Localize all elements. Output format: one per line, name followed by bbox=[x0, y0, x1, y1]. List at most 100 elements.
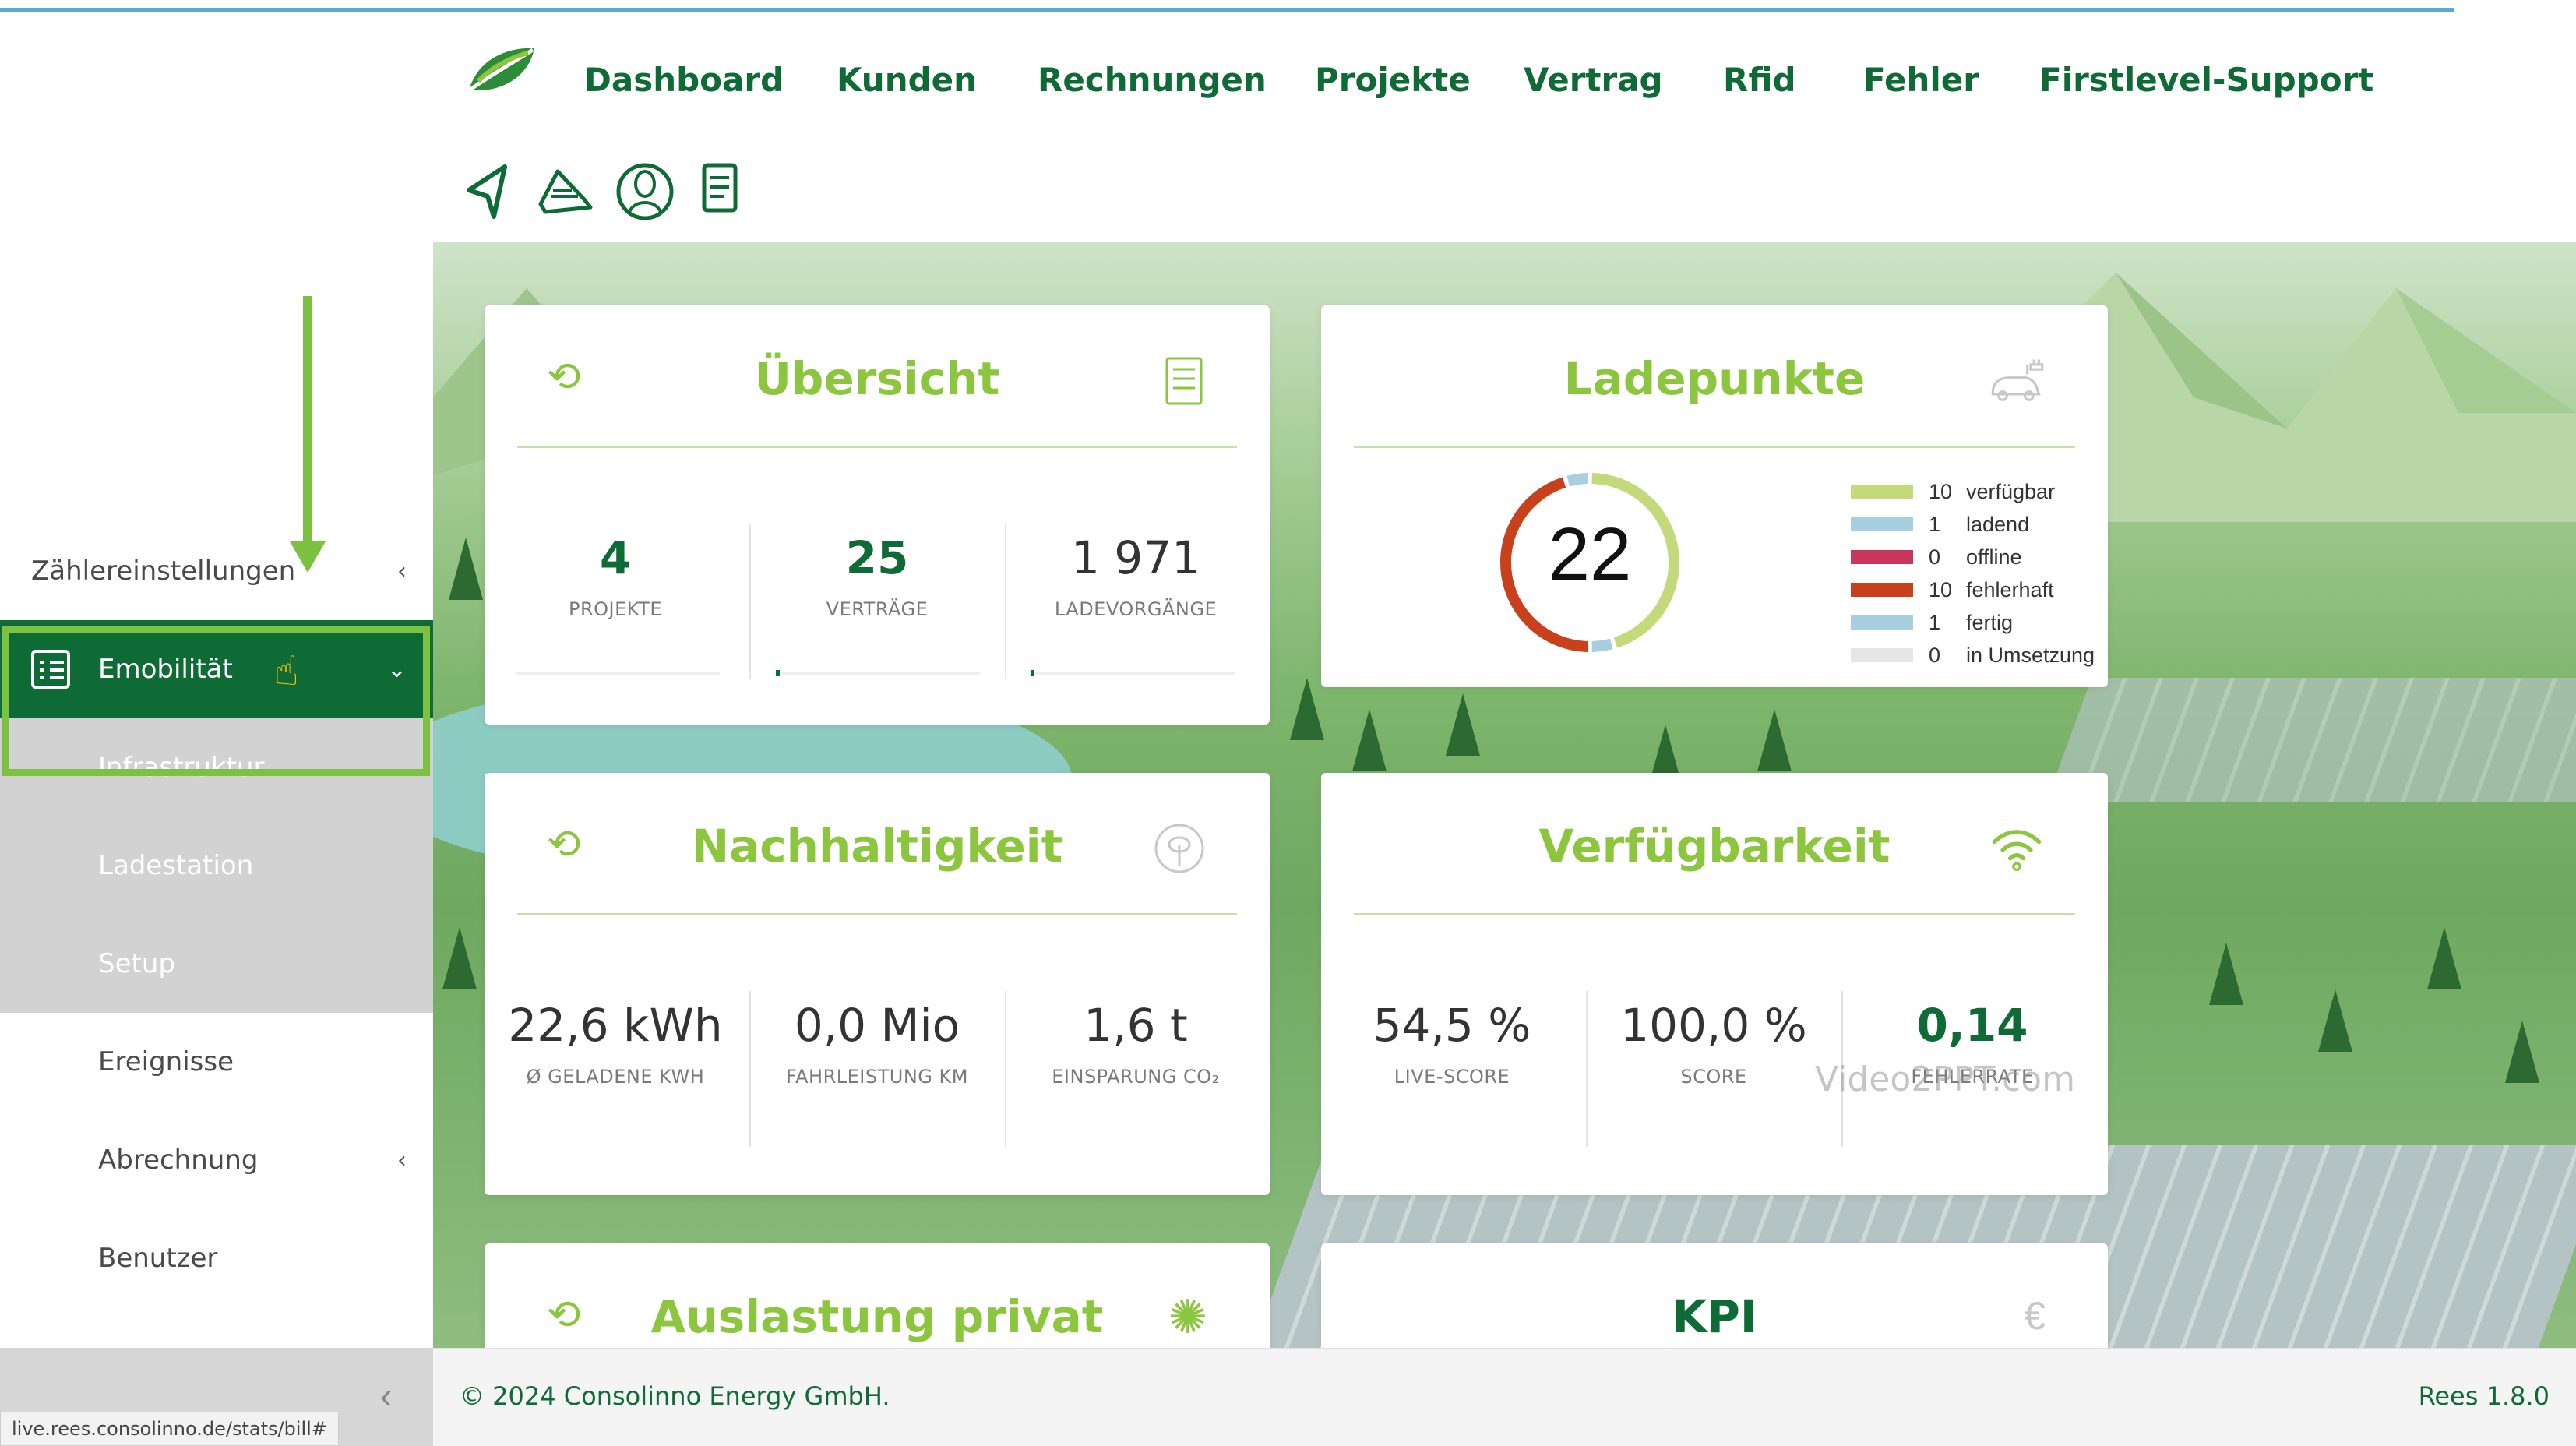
nav-rechnungen[interactable]: Rechnungen bbox=[1038, 61, 1267, 99]
sidebar-item-zaehlereinstellungen[interactable]: Zählereinstellungen ‹ bbox=[0, 522, 433, 620]
stat-label: LADEVORGÄNGE bbox=[1054, 598, 1218, 620]
stat-ladevorgaenge[interactable]: 1 971 LADEVORGÄNGE bbox=[1019, 531, 1253, 620]
stat-label: SCORE bbox=[1680, 1066, 1747, 1088]
collapse-sidebar-icon[interactable]: ‹ bbox=[380, 1374, 392, 1416]
donut-total: 22 bbox=[1549, 513, 1632, 596]
card-divider bbox=[1354, 446, 2075, 448]
stat-live-score[interactable]: 54,5 % LIVE-SCORE bbox=[1335, 999, 1569, 1088]
nav-projekte[interactable]: Projekte bbox=[1315, 61, 1471, 99]
legend-count: 0 bbox=[1929, 643, 1941, 667]
stat-value: 0,0 Mio bbox=[794, 999, 960, 1052]
legend-item-verfuegbar[interactable]: 10 verfügbar bbox=[1851, 475, 2095, 508]
legend-item-ladend[interactable]: 1 ladend bbox=[1851, 508, 2095, 541]
stat-fahrleistung[interactable]: 0,0 Mio FAHRLEISTUNG KM bbox=[760, 999, 994, 1088]
ev-car-plug-icon bbox=[1991, 359, 2044, 401]
card-verfuegbarkeit: Verfügbarkeit 54,5 % LIVE-SCORE 100,0 % … bbox=[1321, 773, 2108, 1195]
stat-value: 0,14 bbox=[1916, 999, 2028, 1052]
progress-bar-vertraege bbox=[776, 670, 980, 676]
stat-einsparung-co2[interactable]: 1,6 t EINSPARUNG CO₂ bbox=[1019, 999, 1253, 1088]
solar-field-illustration bbox=[2046, 678, 2576, 802]
legend-swatch bbox=[1851, 583, 1913, 597]
nav-vertrag[interactable]: Vertrag bbox=[1524, 61, 1663, 99]
stat-divider bbox=[1005, 991, 1006, 1147]
stat-geladene-kwh[interactable]: 22,6 kWh Ø GELADENE KWH bbox=[499, 999, 732, 1088]
sidebar: Zählereinstellungen ‹ Emobilität ☝ ⌄ Inf… bbox=[0, 16, 433, 1446]
euro-coins-icon: € bbox=[2024, 1294, 2046, 1338]
legend-count: 0 bbox=[1929, 545, 1941, 569]
legend-count: 10 bbox=[1929, 479, 1953, 503]
eco-globe-icon bbox=[1154, 824, 1204, 873]
sidebar-subitem-ladestation[interactable]: Ladestation bbox=[0, 816, 433, 915]
wifi-icon bbox=[1992, 830, 2042, 872]
nav-firstlevel-support[interactable]: Firstlevel-Support bbox=[2039, 61, 2373, 99]
stat-label: Ø GELADENE KWH bbox=[526, 1066, 705, 1088]
legend-label: ladend bbox=[1966, 512, 2030, 536]
nav-kunden[interactable]: Kunden bbox=[837, 61, 977, 99]
tree-illustration bbox=[2209, 943, 2243, 1005]
annotation-arrow-line bbox=[303, 296, 312, 545]
tree-illustration bbox=[2505, 1021, 2539, 1083]
stat-label: FAHRLEISTUNG KM bbox=[786, 1066, 968, 1088]
send-icon[interactable] bbox=[458, 156, 520, 226]
tree-illustration bbox=[1446, 693, 1480, 756]
nav-rfid[interactable]: Rfid bbox=[1723, 61, 1796, 99]
sidebar-item-ereignisse[interactable]: Ereignisse bbox=[0, 1013, 433, 1111]
footer-version: Rees 1.8.0 bbox=[2418, 1381, 2550, 1411]
nav-dashboard[interactable]: Dashboard bbox=[584, 61, 784, 99]
stat-projekte[interactable]: 4 PROJEKTE bbox=[499, 531, 732, 620]
legend-swatch bbox=[1851, 550, 1913, 564]
legend-label: offline bbox=[1966, 545, 2022, 569]
legend-count: 1 bbox=[1929, 512, 1941, 536]
watermark: Video2PPT.com bbox=[1815, 1060, 2075, 1099]
legend-item-in-umsetzung[interactable]: 0 in Umsetzung bbox=[1851, 639, 2095, 672]
stat-divider bbox=[1586, 991, 1588, 1147]
legend-swatch bbox=[1851, 517, 1913, 531]
stat-value: 4 bbox=[599, 531, 632, 584]
sidebar-item-benutzer[interactable]: Benutzer bbox=[0, 1209, 433, 1307]
document-list-icon[interactable] bbox=[690, 156, 752, 226]
card-divider bbox=[517, 446, 1237, 448]
legend-swatch bbox=[1851, 648, 1913, 662]
progress-bar-ladevorgaenge bbox=[1031, 670, 1235, 676]
stat-value: 54,5 % bbox=[1373, 999, 1531, 1052]
progress-fill bbox=[776, 670, 781, 676]
legend-swatch bbox=[1851, 615, 1913, 630]
top-navigation: Dashboard Kunden Rechnungen Projekte Ver… bbox=[433, 16, 2576, 242]
legend-item-offline[interactable]: 0 offline bbox=[1851, 541, 2095, 573]
card-title: Auslastung privat bbox=[650, 1290, 1104, 1343]
user-circle-icon[interactable] bbox=[614, 156, 676, 226]
donut-segment-fertig[interactable] bbox=[1566, 473, 1588, 487]
stat-vertraege[interactable]: 25 VERTRÄGE bbox=[760, 531, 994, 620]
legend-item-fertig[interactable]: 1 fertig bbox=[1851, 606, 2095, 639]
sidebar-item-label: Setup bbox=[98, 948, 175, 979]
progress-bar-projekte bbox=[516, 672, 720, 675]
legend-item-fehlerhaft[interactable]: 10 fehlerhaft bbox=[1851, 573, 2095, 606]
legend-count: 10 bbox=[1929, 577, 1953, 601]
legend-label: fertig bbox=[1966, 610, 2014, 634]
sidebar-item-label: Benutzer bbox=[98, 1243, 218, 1274]
stat-value: 100,0 % bbox=[1620, 999, 1807, 1052]
card-title: KPI bbox=[1672, 1290, 1757, 1343]
stat-label: LIVE-SCORE bbox=[1394, 1066, 1510, 1088]
leaf-logo-icon[interactable] bbox=[463, 42, 537, 97]
sun-icon: ✺ bbox=[1168, 1291, 1207, 1343]
sidebar-item-label: Ladestation bbox=[98, 850, 254, 881]
card-ladepunkte: Ladepunkte 22 10 verfügbar 1 ladend 0 of… bbox=[1321, 305, 2108, 687]
truck-icon[interactable] bbox=[534, 156, 597, 226]
card-kpi: KPI € bbox=[1321, 1243, 2108, 1348]
legend-swatch bbox=[1851, 485, 1913, 499]
status-bar-url: live.rees.consolinno.de/stats/bill# bbox=[0, 1412, 339, 1446]
stat-score[interactable]: 100,0 % SCORE bbox=[1597, 999, 1831, 1088]
nav-fehler[interactable]: Fehler bbox=[1863, 61, 1979, 99]
highlight-frame bbox=[2, 626, 430, 776]
sidebar-item-label: Abrechnung bbox=[98, 1144, 259, 1176]
top-accent-line bbox=[0, 8, 2454, 12]
stat-value: 1,6 t bbox=[1084, 999, 1188, 1052]
sidebar-subitem-setup[interactable]: Setup bbox=[0, 915, 433, 1013]
stat-divider bbox=[749, 524, 751, 679]
donut-segment-ladend[interactable] bbox=[1591, 638, 1613, 652]
sidebar-item-abrechnung[interactable]: Abrechnung ‹ bbox=[0, 1111, 433, 1209]
sidebar-item-label: Zählereinstellungen bbox=[31, 555, 296, 587]
ladepunkte-donut-chart[interactable]: 22 bbox=[1485, 446, 1695, 679]
tree-illustration bbox=[2318, 989, 2352, 1052]
